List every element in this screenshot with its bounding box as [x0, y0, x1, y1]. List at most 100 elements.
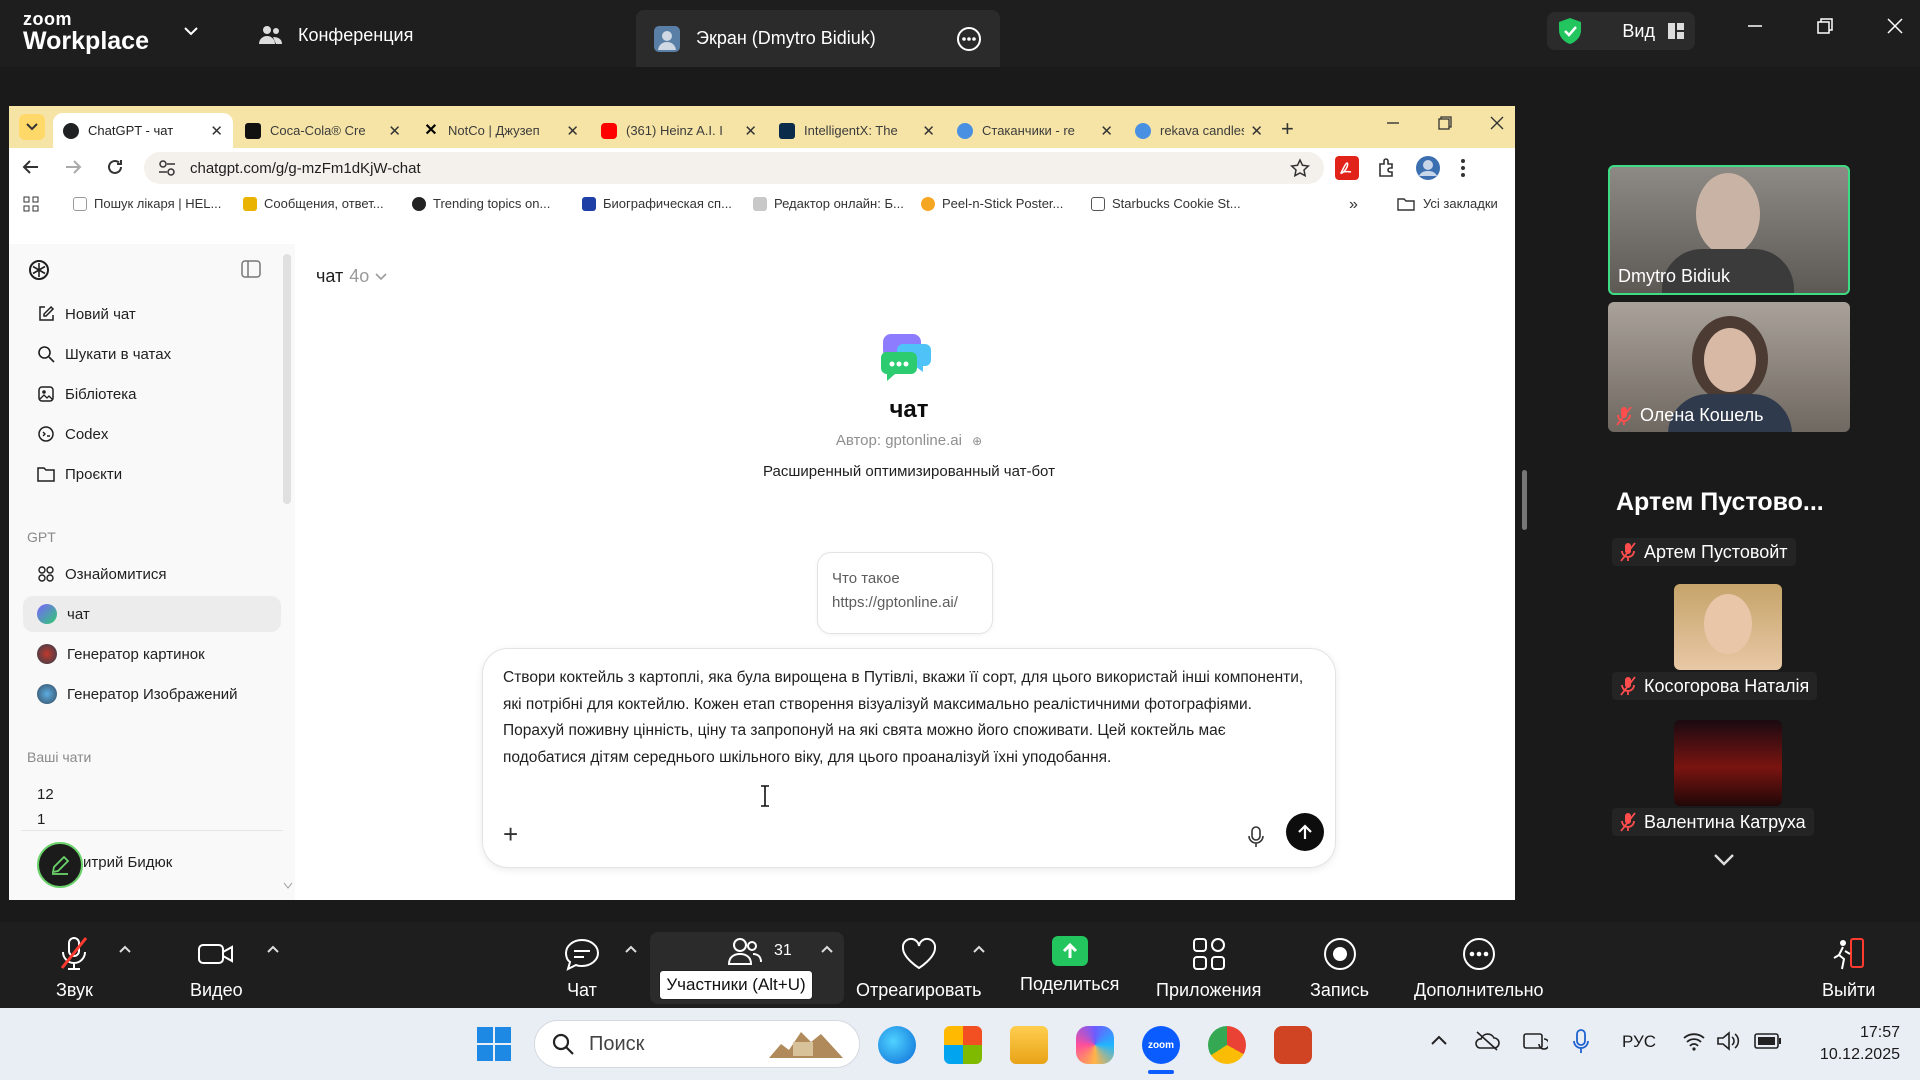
- close-icon[interactable]: ✕: [388, 122, 401, 140]
- video-tile[interactable]: Олена Кошель: [1608, 302, 1850, 432]
- video-options-caret[interactable]: [266, 944, 280, 954]
- chevron-up-icon[interactable]: [1430, 1034, 1448, 1046]
- chat-history-item[interactable]: 12: [23, 776, 281, 812]
- bookmark-item[interactable]: Сообщения, ответ...: [243, 196, 384, 211]
- view-button[interactable]: Вид: [1547, 12, 1695, 50]
- close-icon[interactable]: ✕: [744, 122, 757, 140]
- sidebar-item-chat-gpt[interactable]: чат: [23, 596, 281, 632]
- new-tab-button[interactable]: +: [1281, 116, 1294, 142]
- participant-label[interactable]: Валентина Катруха: [1612, 808, 1814, 836]
- tab-notco[interactable]: ✕ NotCo | Джузеп ✕: [413, 113, 589, 148]
- react-options-caret[interactable]: [972, 944, 986, 954]
- wifi-icon[interactable]: [1682, 1030, 1706, 1052]
- scroll-down-icon[interactable]: [283, 882, 293, 890]
- attach-plus-button[interactable]: +: [503, 819, 518, 850]
- chat-history-item[interactable]: 1: [23, 812, 281, 828]
- record-button[interactable]: Запись: [1310, 936, 1369, 1001]
- menu-dots-icon[interactable]: [1457, 156, 1469, 180]
- chat-button[interactable]: Чат: [562, 936, 602, 1001]
- sidebar-item-explore-gpts[interactable]: Ознайомитися: [23, 556, 281, 592]
- tab-search-button[interactable]: [19, 114, 45, 140]
- tab-chatgpt[interactable]: ChatGPT - чат ✕: [53, 113, 233, 148]
- apps-grid-icon[interactable]: [23, 196, 39, 212]
- participant-thumbnail[interactable]: [1674, 584, 1782, 670]
- tab-youtube-heinz[interactable]: (361) Heinz A.I. I ✕: [591, 113, 767, 148]
- close-icon[interactable]: [1471, 116, 1515, 130]
- all-bookmarks-button[interactable]: Усі закладки: [1397, 196, 1498, 211]
- model-selector[interactable]: чат 4o: [316, 266, 387, 287]
- minimize-icon[interactable]: [1367, 116, 1419, 130]
- sync-icon[interactable]: [1522, 1030, 1548, 1054]
- powerpoint-icon[interactable]: [1274, 1026, 1312, 1064]
- microphone-icon[interactable]: [1247, 825, 1265, 849]
- participants-options-caret[interactable]: [820, 944, 834, 954]
- reload-icon[interactable]: [105, 157, 125, 177]
- message-composer[interactable]: Створи коктейль з картоплі, яка була вир…: [482, 648, 1336, 868]
- minimize-icon[interactable]: [1720, 18, 1790, 34]
- chrome-icon[interactable]: [1208, 1026, 1246, 1064]
- user-name[interactable]: итрий Бидюк: [83, 854, 172, 871]
- system-clock[interactable]: 17:57 10.12.2025: [1800, 1022, 1900, 1066]
- tab-rekava[interactable]: rekava candles ✕: [1125, 113, 1273, 148]
- participants-button[interactable]: 31: [728, 936, 792, 966]
- tab-cups[interactable]: Стаканчики - re ✕: [947, 113, 1123, 148]
- microphone-icon[interactable]: [1572, 1028, 1590, 1056]
- video-button[interactable]: Видео: [190, 936, 243, 1001]
- participant-thumbnail[interactable]: [1674, 720, 1782, 806]
- bookmark-item[interactable]: Trending topics on...: [412, 196, 550, 211]
- send-button[interactable]: [1286, 813, 1324, 851]
- chat-options-caret[interactable]: [624, 944, 638, 954]
- close-icon[interactable]: [1860, 18, 1920, 34]
- close-icon[interactable]: ✕: [1100, 122, 1113, 140]
- close-icon[interactable]: ✕: [922, 122, 935, 140]
- back-arrow-icon[interactable]: [21, 157, 41, 177]
- participant-label[interactable]: Артем Пустовойт: [1612, 538, 1796, 566]
- language-indicator[interactable]: РУС: [1622, 1032, 1656, 1052]
- bookmark-item[interactable]: Биографическая сп...: [582, 196, 732, 211]
- conference-tab[interactable]: Конференция: [258, 24, 413, 46]
- share-screen-button[interactable]: Поделиться: [1020, 936, 1119, 995]
- close-icon[interactable]: ✕: [210, 122, 223, 140]
- url-bar[interactable]: chatgpt.com/g/g-mzFm1dKjW-chat: [144, 152, 1324, 184]
- close-icon[interactable]: ✕: [1250, 122, 1263, 140]
- restore-icon[interactable]: [1790, 18, 1860, 34]
- profile-avatar-icon[interactable]: [1415, 155, 1441, 181]
- battery-icon[interactable]: [1754, 1033, 1782, 1049]
- screen-share-tab[interactable]: Экран (Dmytro Bidiuk): [636, 10, 1000, 67]
- audio-options-caret[interactable]: [118, 944, 132, 954]
- forward-arrow-icon[interactable]: [63, 157, 83, 177]
- pdf-extension-icon[interactable]: [1335, 156, 1359, 180]
- chevron-down-icon[interactable]: [183, 26, 199, 36]
- bookmarks-overflow-icon[interactable]: »: [1349, 196, 1358, 214]
- prompt-input[interactable]: Створи коктейль з картоплі, яка була вир…: [503, 665, 1313, 771]
- star-icon[interactable]: [1290, 158, 1310, 178]
- copilot-icon[interactable]: [1076, 1026, 1114, 1064]
- apps-button[interactable]: Приложения: [1156, 936, 1261, 1001]
- chevron-down-icon[interactable]: [1713, 853, 1735, 867]
- video-tile-active-speaker[interactable]: Dmytro Bidiuk: [1608, 165, 1850, 295]
- onedrive-offline-icon[interactable]: [1474, 1030, 1500, 1052]
- microsoft-store-icon[interactable]: [944, 1026, 982, 1064]
- tab-intelligentx[interactable]: IntelligentX: The ✕: [769, 113, 945, 148]
- bookmark-item[interactable]: Peel-n-Stick Poster...: [921, 196, 1063, 211]
- bookmark-item[interactable]: Редактор онлайн: Б...: [753, 196, 904, 211]
- windows-start-icon[interactable]: [476, 1026, 512, 1062]
- sidebar-toggle-icon[interactable]: [241, 260, 261, 278]
- leave-button[interactable]: Выйти: [1822, 936, 1875, 1001]
- react-button[interactable]: Отреагировать: [856, 936, 982, 1001]
- more-button[interactable]: Дополнительно: [1414, 936, 1544, 1001]
- audio-button[interactable]: Звук: [56, 936, 93, 1001]
- volume-icon[interactable]: [1716, 1030, 1742, 1052]
- taskbar-search[interactable]: Поиск: [534, 1020, 860, 1068]
- puzzle-icon[interactable]: [1375, 156, 1399, 180]
- edge-browser-icon[interactable]: [878, 1026, 916, 1064]
- zoom-app-icon[interactable]: zoom: [1142, 1026, 1180, 1064]
- sidebar-item-image-generator[interactable]: Генератор картинок: [23, 636, 281, 672]
- bookmark-item[interactable]: Пошук лікаря | HEL...: [73, 196, 221, 211]
- floating-edit-button[interactable]: [37, 842, 83, 888]
- sidebar-item-new-chat[interactable]: Новий чат: [23, 296, 281, 332]
- globe-icon[interactable]: ⊕: [972, 434, 982, 448]
- site-settings-icon[interactable]: [158, 160, 176, 176]
- sidebar-item-image-generator-ru[interactable]: Генератор Изображений: [23, 676, 281, 712]
- sidebar-item-search[interactable]: Шукати в чатах: [23, 336, 281, 372]
